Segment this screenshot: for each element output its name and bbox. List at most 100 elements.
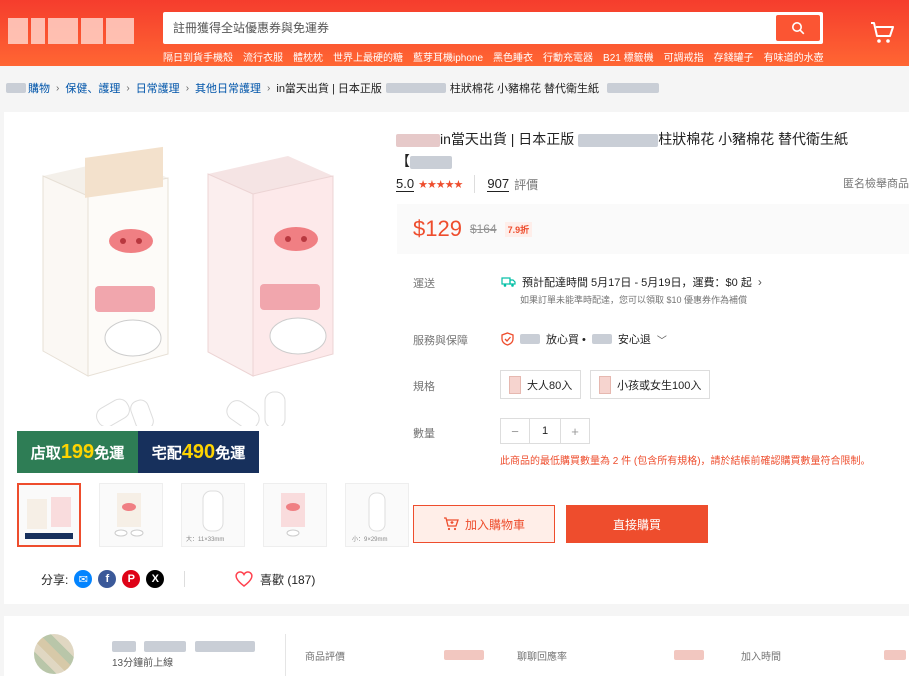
- site-logo[interactable]: [8, 18, 136, 44]
- chevron-right-icon: ›: [757, 275, 762, 289]
- breadcrumb-separator-icon: ›: [185, 82, 190, 94]
- reviews-label: 評價: [514, 177, 539, 192]
- shipping-estimate[interactable]: 預計配達時間 5月17日 - 5月19日，運費：$0 起 ›: [501, 274, 762, 290]
- search-input[interactable]: [167, 15, 767, 41]
- thumbnail-photo: [25, 497, 73, 539]
- product-main-image[interactable]: [13, 116, 363, 482]
- breadcrumb-category[interactable]: 保健、護理: [65, 80, 120, 96]
- seller-last-online: 13分鐘前上線: [112, 658, 174, 669]
- blurred-text: [444, 650, 484, 660]
- divider: [184, 571, 185, 587]
- quantity-stepper: − 1 +: [500, 418, 590, 444]
- truck-icon: [501, 277, 516, 287]
- breadcrumb: 購物 › 保健、護理 › 日常護理 › 其他日常護理 › in當天出貨 | 日本…: [0, 66, 909, 110]
- heart-icon: [235, 571, 253, 587]
- thumbnail-image[interactable]: 小：9×29mm: [345, 483, 409, 547]
- hotword-link[interactable]: 藍芽耳機iphone: [413, 49, 483, 64]
- header-bar: 隔日到貨手機殼 流行衣服 體枕枕 世界上最硬的糖 藍芽耳機iphone 黑色睡衣…: [0, 0, 909, 66]
- product-photo: [42, 146, 334, 431]
- hotword-link[interactable]: 存錢罐子: [714, 49, 754, 64]
- blurred-text: [578, 133, 659, 147]
- variant-thumbnail: [509, 375, 521, 394]
- thumbnail-image[interactable]: [263, 483, 327, 547]
- x-twitter-icon[interactable]: X: [146, 570, 165, 588]
- price-section: $129 $164 7.9折: [397, 204, 909, 254]
- hotword-link[interactable]: 可調戒指: [664, 49, 704, 64]
- hotword-link[interactable]: 流行衣服: [243, 49, 283, 64]
- product-title-part: in當天出貨 | 日本正版: [440, 131, 575, 147]
- share-label: 分享:: [41, 572, 69, 587]
- share-section: 分享: ✉ f P X: [41, 570, 165, 588]
- shipping-promo-banner: 店取 199 免運 宅配 490 免運: [17, 431, 259, 473]
- hotword-link[interactable]: 行動充電器: [543, 49, 593, 64]
- thumbnail-image[interactable]: 大：11×33mm: [181, 483, 245, 547]
- messenger-icon[interactable]: ✉: [74, 570, 93, 588]
- breadcrumb-leaf-category[interactable]: 其他日常護理: [195, 80, 261, 96]
- blurred-text: [144, 641, 187, 653]
- rating-score[interactable]: 5.0: [396, 176, 415, 192]
- promo-label: 宅配: [151, 444, 182, 462]
- cart-icon: [871, 22, 894, 43]
- search-button[interactable]: [776, 15, 820, 41]
- seller-stat-reviews: 商品評價: [305, 652, 345, 663]
- seller-stat-response: 聊聊回應率: [517, 652, 567, 663]
- facebook-icon[interactable]: f: [98, 570, 117, 588]
- hotword-link[interactable]: 有味道的水壺: [764, 49, 824, 64]
- like-button[interactable]: 喜歡 (187): [234, 570, 315, 588]
- guarantee-label: 服務與保障: [413, 335, 468, 347]
- guarantee-dropdown[interactable]: 放心買 • 安心退 ﹀: [501, 331, 667, 347]
- rating-row: 5.0 ★★★★★ 907 評價 匿名檢舉商品: [396, 175, 909, 193]
- reviews-count[interactable]: 907: [487, 176, 510, 192]
- breadcrumb-separator-icon: ›: [56, 82, 60, 94]
- breadcrumb-home[interactable]: 購物: [28, 80, 50, 96]
- hotword-link[interactable]: 世界上最硬的糖: [333, 49, 403, 64]
- hotword-link[interactable]: B21 標籤機: [603, 49, 654, 64]
- store-pickup-promo: 店取 199 免運: [17, 431, 138, 473]
- variant-option-adult[interactable]: 大人80入: [500, 370, 582, 399]
- product-title-part: 柱狀棉花 小豬棉花 替代衛生紙: [658, 131, 848, 147]
- variant-option-child[interactable]: 小孩或女生100入: [590, 370, 711, 399]
- buy-now-button[interactable]: 直接購買: [566, 505, 708, 543]
- original-price: $164: [469, 222, 497, 236]
- thumbnail-image[interactable]: [99, 483, 163, 547]
- shipping-estimate-text: 預計配達時間 5月17日 - 5月19日，運費：$0 起: [522, 277, 752, 289]
- divider: [285, 634, 286, 676]
- blurred-text: [607, 83, 660, 93]
- promo-label: 免運: [215, 444, 246, 462]
- variant-label: 小孩或女生100入: [617, 379, 702, 392]
- thumbnail-caption: 小：9×29mm: [352, 537, 388, 543]
- hotword-link[interactable]: 隔日到貨手機殼: [163, 49, 233, 64]
- quantity-decrease-button[interactable]: −: [501, 419, 529, 443]
- variant-thumbnail: [599, 375, 611, 394]
- divider: [474, 175, 476, 193]
- cart-button[interactable]: [868, 18, 898, 48]
- guarantee-text: 放心買 •: [546, 334, 586, 346]
- chevron-down-icon: ﹀: [656, 335, 667, 347]
- promo-label: 店取: [30, 444, 61, 462]
- seller-avatar[interactable]: [34, 634, 74, 674]
- quantity-increase-button[interactable]: +: [561, 419, 589, 443]
- breadcrumb-subcategory[interactable]: 日常護理: [136, 80, 180, 96]
- blurred-text: [520, 334, 540, 344]
- blurred-text: [112, 641, 136, 653]
- pinterest-icon[interactable]: P: [122, 570, 141, 588]
- thumbnail-photo: [281, 493, 305, 537]
- report-link[interactable]: 匿名檢舉商品: [843, 175, 909, 191]
- home-delivery-promo: 宅配 490 免運: [138, 431, 259, 473]
- hotword-link[interactable]: 體枕枕: [293, 49, 323, 64]
- blurred-text: [410, 155, 452, 169]
- current-price: $129: [413, 216, 462, 241]
- seller-stat-joined: 加入時間: [741, 652, 781, 663]
- add-to-cart-label: 加入購物車: [464, 517, 525, 532]
- add-to-cart-button[interactable]: 加入購物車: [413, 505, 555, 543]
- blurred-text: [674, 650, 704, 660]
- thumbnail-gallery: 大：11×33mm 小：9×29mm: [17, 483, 409, 547]
- thumbnail-image[interactable]: [17, 483, 81, 547]
- thumbnail-caption: 大：11×33mm: [186, 537, 225, 543]
- blurred-text: [591, 334, 612, 344]
- guarantee-text: 安心退: [617, 334, 651, 346]
- shield-icon: [501, 332, 514, 346]
- hot-search-words: 隔日到貨手機殼 流行衣服 體枕枕 世界上最硬的糖 藍芽耳機iphone 黑色睡衣…: [163, 49, 824, 64]
- quantity-input[interactable]: 1: [529, 419, 561, 443]
- hotword-link[interactable]: 黑色睡衣: [493, 49, 533, 64]
